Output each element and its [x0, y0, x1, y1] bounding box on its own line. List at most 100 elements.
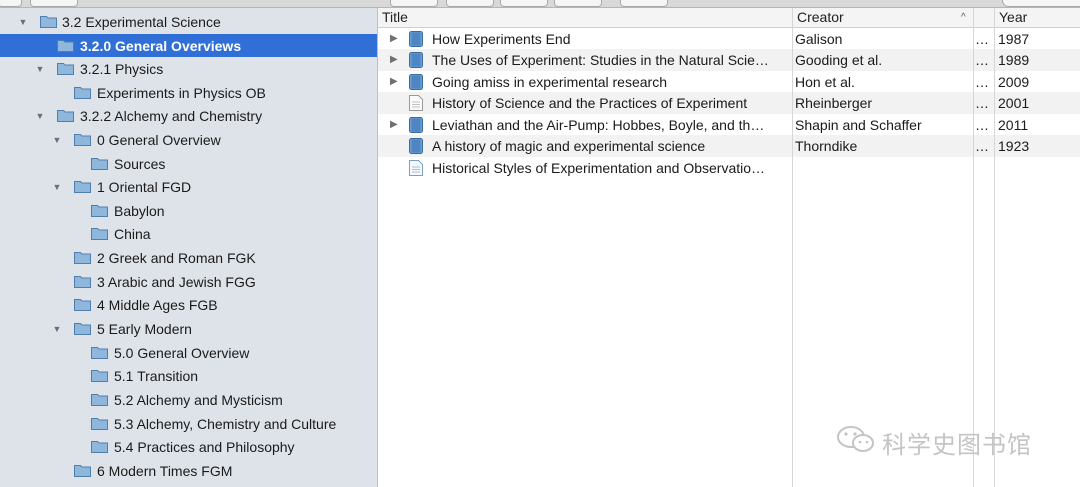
folder-icon	[91, 369, 108, 382]
sidebar-item[interactable]: ▼ 5 Early Modern	[0, 317, 377, 340]
disclosure-triangle-open[interactable]: ▼	[35, 64, 45, 74]
document-icon	[409, 95, 423, 114]
cell-year: 1989	[998, 52, 1030, 68]
toolbar-button[interactable]	[620, 0, 668, 7]
cell-extra: …	[975, 52, 989, 68]
toolbar-button[interactable]	[500, 0, 548, 7]
cell-year: 1987	[998, 31, 1030, 47]
book-icon	[409, 117, 423, 136]
cell-extra: …	[975, 117, 989, 133]
table-row[interactable]: ▶ Going amiss in experimental research H…	[378, 71, 1080, 93]
table-row[interactable]: ▶ Leviathan and the Air-Pump: Hobbes, Bo…	[378, 114, 1080, 136]
wechat-icon	[836, 424, 876, 461]
column-divider	[994, 8, 995, 487]
sidebar-item-selected[interactable]: 3.2.0 General Overviews	[0, 34, 377, 57]
cell-creator: Thorndike	[795, 138, 858, 154]
sidebar-item-label: 5.0 General Overview	[114, 344, 250, 361]
cell-extra: …	[975, 95, 989, 111]
column-header-creator[interactable]: Creator	[793, 8, 973, 27]
sidebar-item[interactable]: ▼ 3.2.1 Physics	[0, 57, 377, 80]
cell-creator: Hon et al.	[795, 74, 855, 90]
disclosure-triangle-open[interactable]: ▼	[35, 111, 45, 121]
disclosure-triangle-closed[interactable]: ▶	[390, 119, 398, 130]
disclosure-triangle-closed[interactable]: ▶	[390, 54, 398, 65]
collections-sidebar: ▼ 3.2 Experimental Science 3.2.0 General…	[0, 8, 378, 487]
watermark: 科学史图书馆	[836, 424, 1032, 461]
sidebar-item-label: 5.1 Transition	[114, 367, 199, 384]
sidebar-item-label: 5 Early Modern	[97, 320, 192, 337]
folder-icon	[74, 251, 91, 264]
book-icon	[409, 74, 423, 93]
table-row[interactable]: History of Science and the Practices of …	[378, 92, 1080, 114]
sidebar-item[interactable]: ▼ 1 Oriental FGD	[0, 175, 377, 198]
folder-icon	[74, 86, 91, 99]
cell-creator: Galison	[795, 31, 843, 47]
toolbar-button[interactable]	[390, 0, 438, 7]
disclosure-triangle-open[interactable]: ▼	[52, 135, 62, 145]
sidebar-item[interactable]: 3 Arabic and Jewish FGG	[0, 270, 377, 293]
sidebar-item[interactable]: 5.0 General Overview	[0, 341, 377, 364]
folder-icon	[91, 393, 108, 406]
cell-title: How Experiments End	[432, 31, 571, 47]
table-row[interactable]: A history of magic and experimental scie…	[378, 135, 1080, 157]
folder-icon	[91, 227, 108, 240]
toolbar-button[interactable]	[446, 0, 494, 7]
search-field[interactable]	[1002, 0, 1080, 7]
cell-title: Leviathan and the Air-Pump: Hobbes, Boyl…	[432, 117, 765, 133]
sidebar-item[interactable]: ▼ 3.2.2 Alchemy and Chemistry	[0, 104, 377, 127]
cell-extra: …	[975, 138, 989, 154]
sidebar-item[interactable]: Sources	[0, 152, 377, 175]
sidebar-item[interactable]: ▼ 0 General Overview	[0, 128, 377, 151]
folder-icon	[40, 15, 57, 28]
sidebar-item-label: 3.2.2 Alchemy and Chemistry	[80, 107, 263, 124]
column-header-year[interactable]: Year	[995, 8, 1080, 27]
sidebar-item[interactable]: 2 Greek and Roman FGK	[0, 246, 377, 269]
sidebar-item[interactable]: 6 Modern Times FGM	[0, 459, 377, 482]
cell-creator: Rheinberger	[795, 95, 873, 111]
sidebar-item[interactable]: 5.3 Alchemy, Chemistry and Culture	[0, 412, 377, 435]
cell-title: Going amiss in experimental research	[432, 74, 667, 90]
toolbar-button[interactable]	[0, 0, 22, 7]
sidebar-item-label: 6 Modern Times FGM	[97, 462, 233, 479]
disclosure-triangle-open[interactable]: ▼	[18, 17, 28, 27]
cell-year: 1923	[998, 138, 1030, 154]
sidebar-item-label: 5.2 Alchemy and Mysticism	[114, 391, 283, 408]
folder-icon	[74, 322, 91, 335]
sidebar-item[interactable]: 5.2 Alchemy and Mysticism	[0, 388, 377, 411]
folder-icon	[57, 62, 74, 75]
table-row[interactable]: Historical Styles of Experimentation and…	[378, 157, 1080, 179]
cell-title: A history of magic and experimental scie…	[432, 138, 706, 154]
book-icon	[409, 52, 423, 71]
cell-extra	[975, 157, 991, 179]
sidebar-item[interactable]: Experiments in Physics OB	[0, 81, 377, 104]
sidebar-item[interactable]: ▼ 3.2 Experimental Science	[0, 10, 377, 33]
disclosure-triangle-closed[interactable]: ▶	[390, 76, 398, 87]
folder-icon	[91, 157, 108, 170]
disclosure-triangle-closed[interactable]: ▶	[390, 33, 398, 44]
folder-icon	[91, 440, 108, 453]
sidebar-item-label: 3 Arabic and Jewish FGG	[97, 273, 256, 290]
sidebar-item-label: 5.3 Alchemy, Chemistry and Culture	[114, 415, 337, 432]
table-row[interactable]: ▶ How Experiments End Galison … 1987	[378, 28, 1080, 50]
sidebar-item-label: 5.4 Practices and Philosophy	[114, 438, 295, 455]
sidebar-item[interactable]: 5.1 Transition	[0, 364, 377, 387]
toolbar-button[interactable]	[554, 0, 602, 7]
disclosure-triangle-open[interactable]: ▼	[52, 324, 62, 334]
sidebar-item[interactable]: 4 Middle Ages FGB	[0, 293, 377, 316]
sidebar-item[interactable]: 5.4 Practices and Philosophy	[0, 435, 377, 458]
sidebar-item-label: 3.2.0 General Overviews	[80, 37, 242, 54]
table-row[interactable]: ▶ The Uses of Experiment: Studies in the…	[378, 49, 1080, 71]
sidebar-item-label: 4 Middle Ages FGB	[97, 296, 218, 313]
cell-creator: Gooding et al.	[795, 52, 883, 68]
toolbar-strip	[0, 0, 1080, 8]
sidebar-item[interactable]: China	[0, 222, 377, 245]
toolbar-button[interactable]	[30, 0, 78, 7]
sidebar-item-label: Babylon	[114, 202, 165, 219]
column-header-title[interactable]: Title	[378, 8, 792, 27]
cell-title: Historical Styles of Experimentation and…	[432, 160, 766, 176]
sidebar-item-label: 3.2 Experimental Science	[62, 13, 221, 30]
cell-year: 2011	[998, 117, 1029, 133]
disclosure-triangle-open[interactable]: ▼	[52, 182, 62, 192]
items-list: Title Creator ^ Year ▶ How Experiments E…	[378, 8, 1080, 487]
sidebar-item[interactable]: Babylon	[0, 199, 377, 222]
